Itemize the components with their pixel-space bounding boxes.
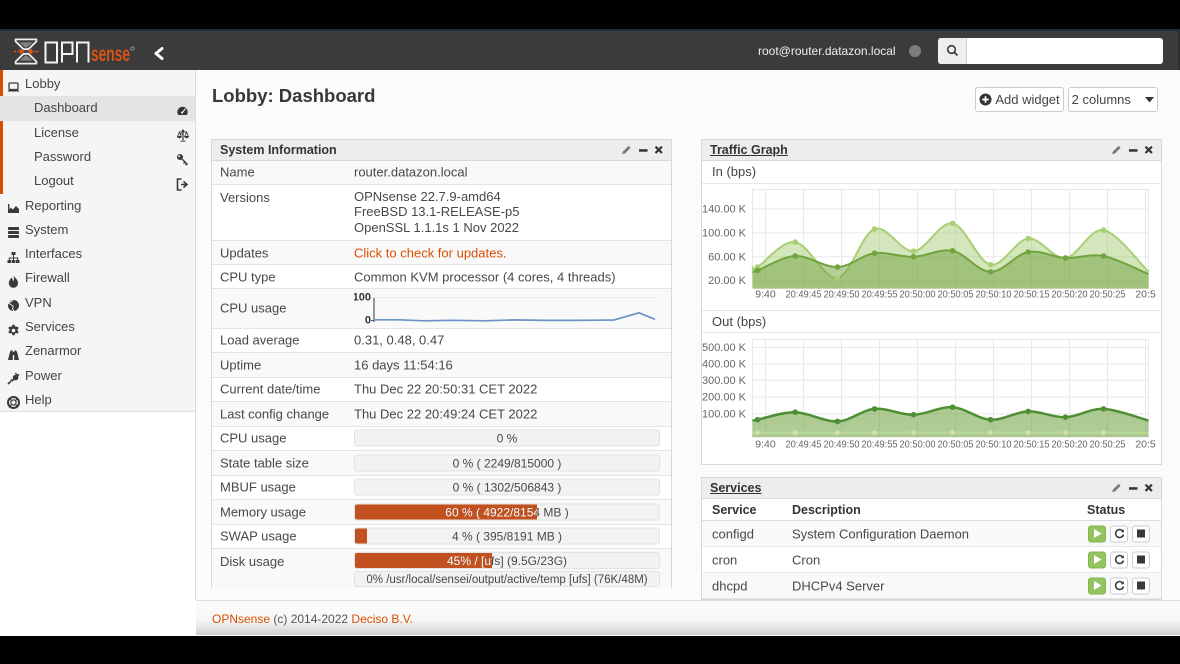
svg-text:20:49:45: 20:49:45 — [786, 439, 822, 451]
svg-text:20:50:00: 20:50:00 — [900, 289, 936, 301]
svg-text:20:49:50: 20:49:50 — [824, 439, 860, 451]
svg-text:0: 0 — [365, 315, 371, 327]
svg-text:20:50:25: 20:50:25 — [1090, 289, 1126, 301]
svg-text:20:49:55: 20:49:55 — [862, 289, 898, 301]
svg-text:60.00 K: 60.00 K — [708, 251, 747, 263]
svg-text:400.00 K: 400.00 K — [702, 359, 747, 371]
svg-text:20:5: 20:5 — [1135, 439, 1156, 451]
svg-text:20:49:45: 20:49:45 — [786, 289, 822, 301]
svg-text:20:50:25: 20:50:25 — [1090, 439, 1126, 451]
svg-text:500.00 K: 500.00 K — [702, 342, 747, 354]
svg-text:9:40: 9:40 — [755, 439, 776, 451]
svg-text:20:50:15: 20:50:15 — [1014, 439, 1050, 451]
svg-text:300.00 K: 300.00 K — [702, 375, 747, 387]
svg-text:20:50:10: 20:50:10 — [976, 439, 1012, 451]
svg-text:sense: sense — [91, 43, 130, 66]
svg-text:100.00 K: 100.00 K — [702, 408, 747, 420]
svg-text:20:50:00: 20:50:00 — [900, 439, 936, 451]
svg-text:9:40: 9:40 — [755, 289, 776, 301]
svg-text:20:50:05: 20:50:05 — [938, 289, 974, 301]
svg-text:20:50:15: 20:50:15 — [1014, 289, 1050, 301]
svg-text:20:50:10: 20:50:10 — [976, 289, 1012, 301]
svg-text:20:50:20: 20:50:20 — [1052, 289, 1088, 301]
svg-text:20:5: 20:5 — [1135, 289, 1156, 301]
svg-text:100.00 K: 100.00 K — [702, 227, 747, 239]
svg-text:20:49:55: 20:49:55 — [862, 439, 898, 451]
svg-text:20:50:20: 20:50:20 — [1052, 439, 1088, 451]
svg-text:100: 100 — [354, 292, 371, 304]
svg-text:200.00 K: 200.00 K — [702, 392, 747, 404]
svg-text:20:50:05: 20:50:05 — [938, 439, 974, 451]
svg-text:140.00 K: 140.00 K — [702, 204, 747, 216]
svg-text:20.00 K: 20.00 K — [708, 275, 747, 287]
svg-text:20:49:50: 20:49:50 — [824, 289, 860, 301]
